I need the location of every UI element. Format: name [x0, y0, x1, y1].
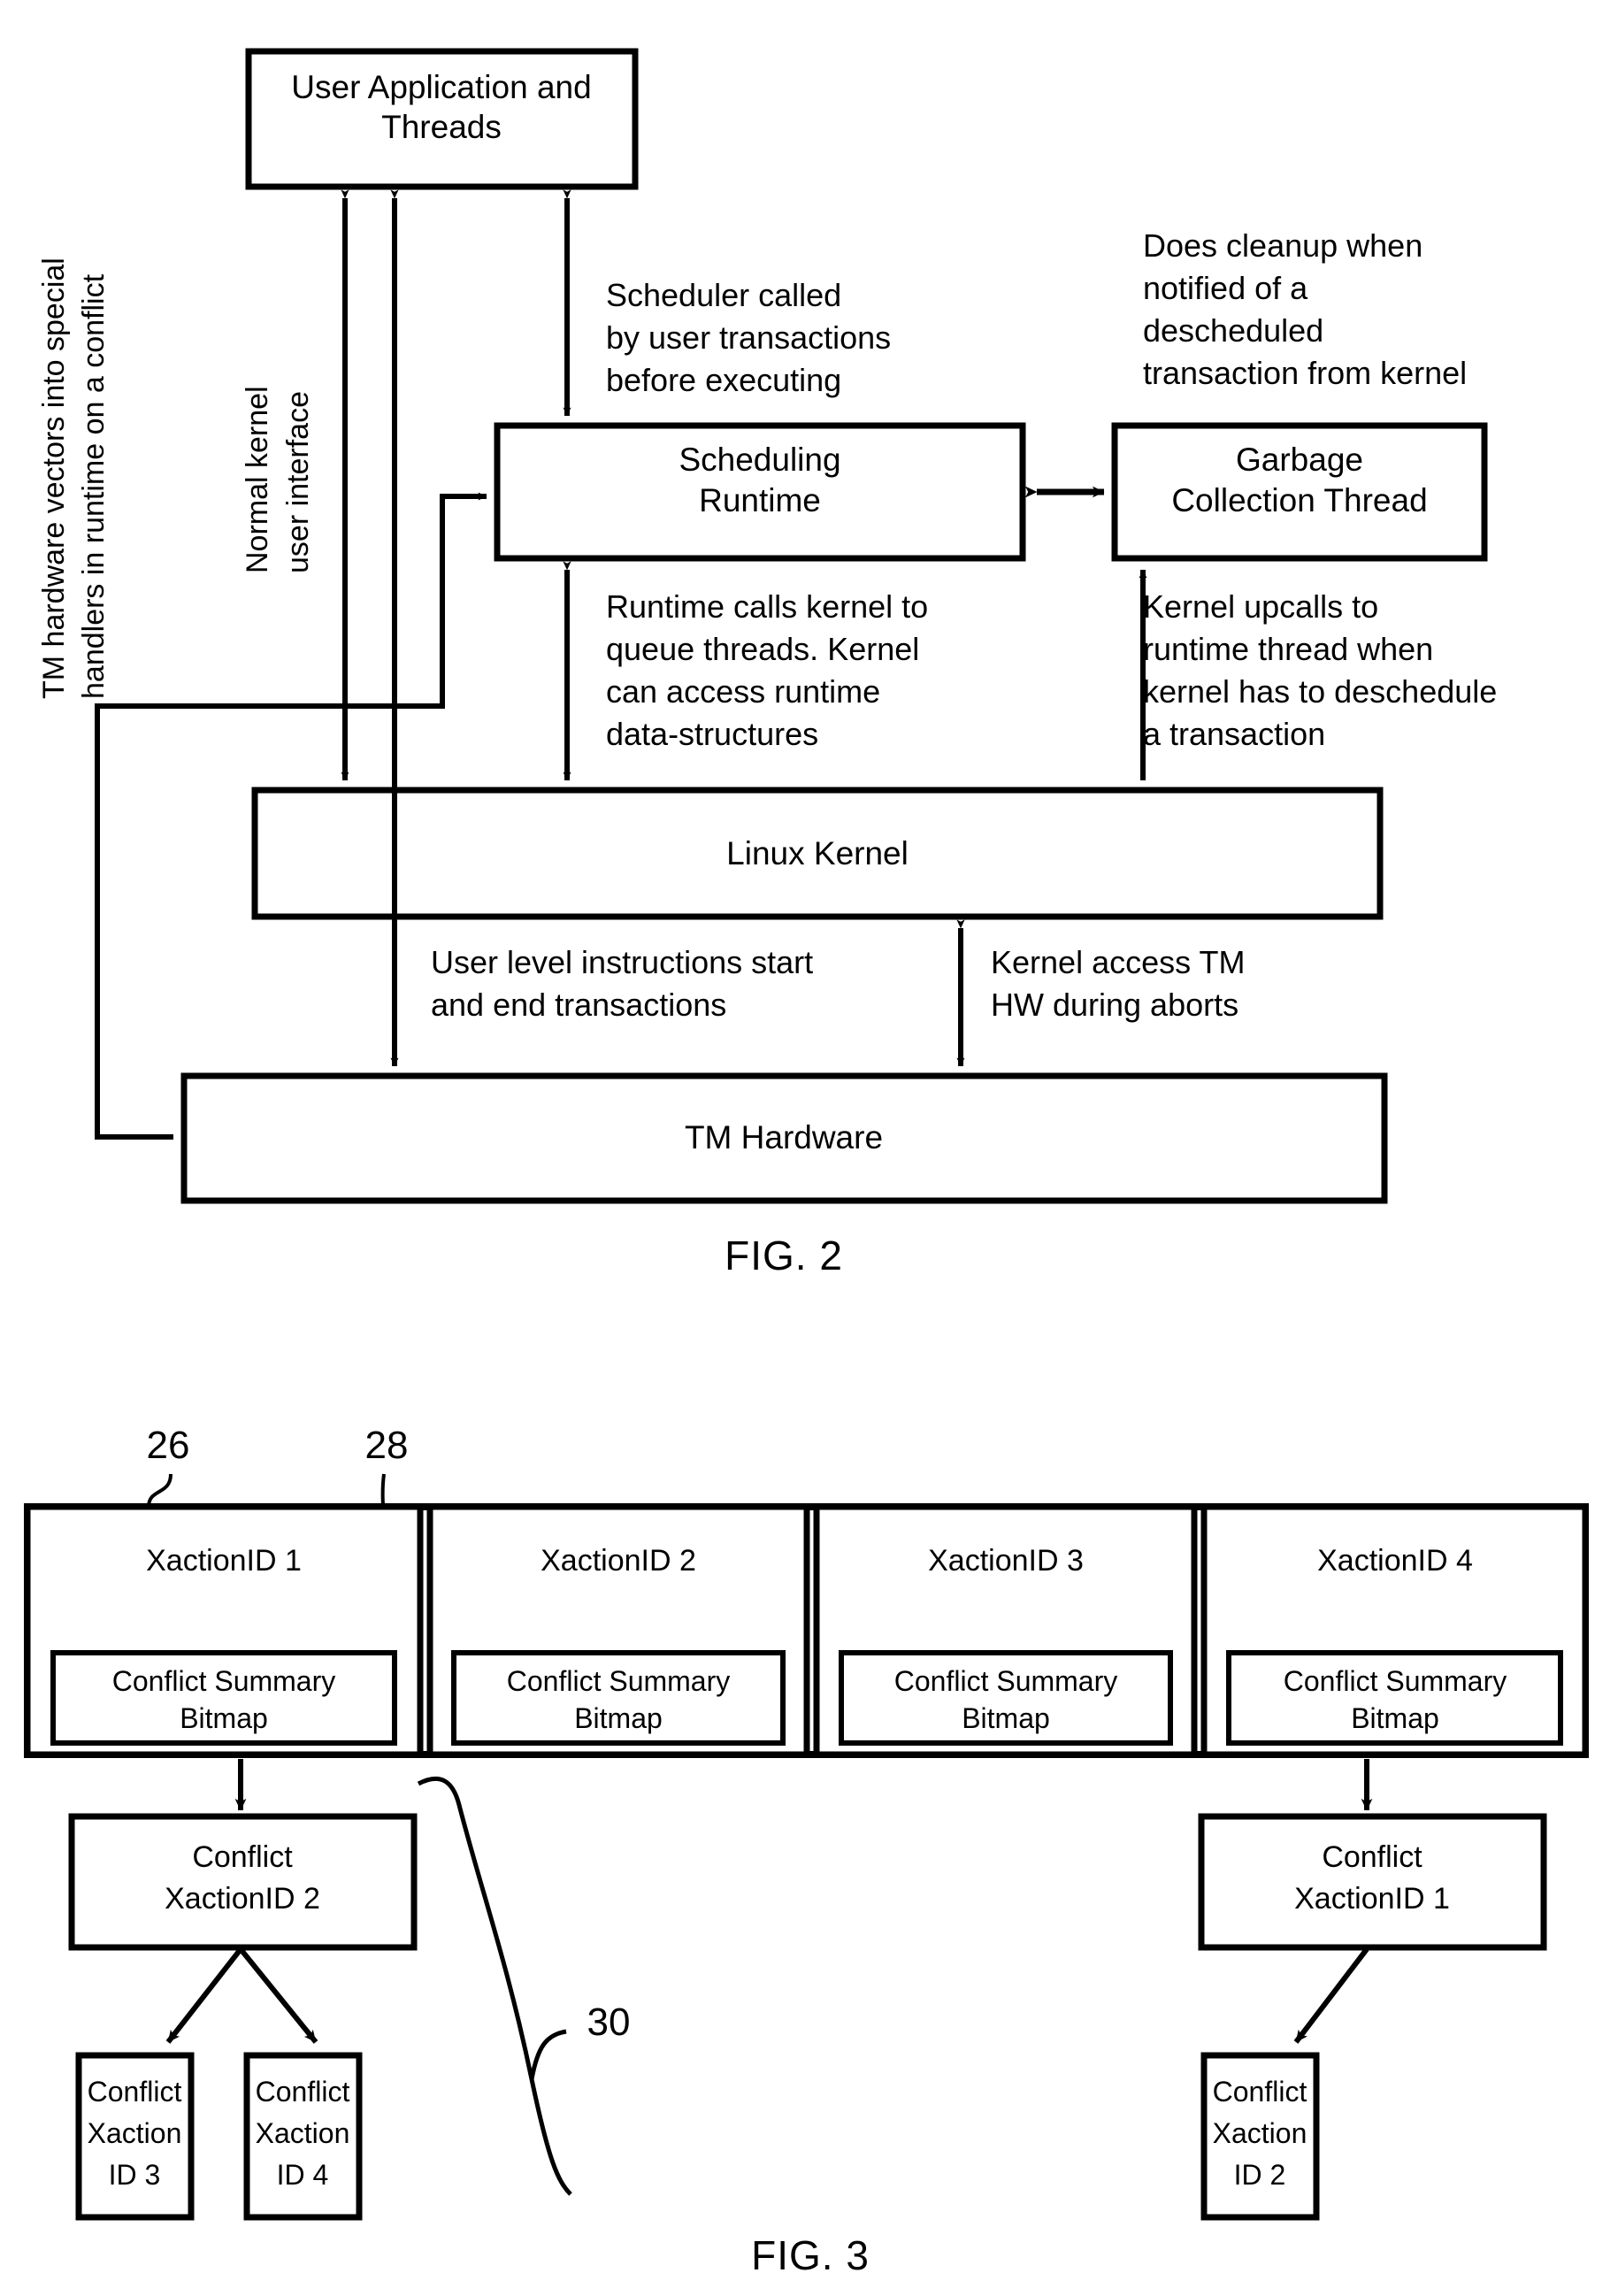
annotation-runtime-calls-line2: queue threads. Kernel [606, 631, 919, 667]
user-application-label-line2: Threads [381, 109, 502, 145]
annotation-does-cleanup: Does cleanup when notified of a deschedu… [1143, 227, 1467, 391]
right-conflict-child-1-box: Conflict Xaction ID 2 [1200, 2052, 1320, 2221]
xaction-cell-2: XactionID 2 Conflict Summary Bitmap [426, 1503, 810, 1758]
left-child2-line1: Conflict [256, 2076, 350, 2108]
annotation-does-cleanup-line2: notified of a [1143, 270, 1308, 306]
annotation-does-cleanup-line1: Does cleanup when [1143, 227, 1422, 264]
annotation-runtime-calls-kernel: Runtime calls kernel to queue threads. K… [606, 588, 928, 752]
xaction-cell-1: XactionID 1 Conflict Summary Bitmap [24, 1503, 424, 1758]
scheduling-runtime-label-line1: Scheduling [679, 442, 840, 478]
annotation-does-cleanup-line3: descheduled [1143, 312, 1323, 349]
bitmap-label-2-line1: Conflict Summary [507, 1665, 731, 1697]
annotation-normal-kernel-user-interface: Normal kernel user interface [241, 386, 315, 573]
left-conflict-child-1-box: Conflict Xaction ID 3 [75, 2052, 195, 2221]
right-child1-line1: Conflict [1213, 2076, 1307, 2108]
bitmap-label-3-line1: Conflict Summary [894, 1665, 1118, 1697]
annotation-kernel-upcalls-line1: Kernel upcalls to [1143, 588, 1378, 625]
left-conflict-root-box: Conflict XactionID 2 [68, 1813, 418, 1951]
tm-hardware-box: TM Hardware [180, 1072, 1388, 1204]
reference-numeral-30: 30 [417, 1776, 631, 2196]
xaction-cell-4: XactionID 4 Conflict Summary Bitmap [1200, 1503, 1589, 1758]
reference-numeral-30-label: 30 [587, 2000, 631, 2044]
annotation-runtime-calls-line4: data-structures [606, 716, 818, 752]
bitmap-label-1-line1: Conflict Summary [112, 1665, 336, 1697]
reference-numeral-28-label: 28 [365, 1424, 409, 1467]
patent-drawing-sheet: User Application and Threads Scheduling … [0, 0, 1618, 2296]
annotation-normal-kernel-line2: user interface [281, 391, 315, 573]
bitmap-label-2-line2: Bitmap [574, 1702, 663, 1734]
annotation-tm-vectors-line2: handlers in runtime on a conflict [77, 273, 111, 699]
annotation-tm-vectors-line1: TM hardware vectors into special [37, 257, 71, 699]
left-child1-line3: ID 3 [109, 2159, 161, 2191]
annotation-scheduler-called-line2: by user transactions [606, 319, 891, 356]
reference-numeral-26: 26 [147, 1424, 190, 1508]
garbage-collection-label-line1: Garbage [1236, 442, 1363, 478]
user-application-box: User Application and Threads [245, 48, 639, 190]
figure3-caption: FIG. 3 [751, 2232, 870, 2278]
annotation-user-level-instructions: User level instructions start and end tr… [431, 944, 813, 1023]
left-conflict-child-2-box: Conflict Xaction ID 4 [243, 2052, 363, 2221]
linux-kernel-box: Linux Kernel [251, 787, 1384, 920]
scheduling-runtime-label-line2: Runtime [699, 482, 821, 518]
annotation-normal-kernel-line1: Normal kernel [241, 386, 274, 573]
annotation-scheduler-called: Scheduler called by user transactions be… [606, 277, 891, 398]
bitmap-label-3-line2: Bitmap [962, 1702, 1050, 1734]
user-application-label-line1: User Application and [291, 69, 591, 105]
garbage-collection-label-line2: Collection Thread [1171, 482, 1427, 518]
tm-hardware-label: TM Hardware [685, 1119, 883, 1156]
annotation-user-level-line2: and end transactions [431, 987, 726, 1023]
left-conflict-root-line2: XactionID 2 [165, 1882, 320, 1916]
xaction-cell-3: XactionID 3 Conflict Summary Bitmap [813, 1503, 1198, 1758]
right-conflict-root-line2: XactionID 1 [1294, 1882, 1450, 1916]
annotation-kernel-upcalls-line2: runtime thread when [1143, 631, 1433, 667]
left-child1-line1: Conflict [88, 2076, 182, 2108]
linux-kernel-label: Linux Kernel [726, 835, 909, 872]
annotation-kernel-upcalls: Kernel upcalls to runtime thread when ke… [1143, 588, 1497, 752]
bitmap-label-1-line2: Bitmap [180, 1702, 268, 1734]
left-child1-line2: Xaction [88, 2117, 182, 2149]
xaction-cell-3-title: XactionID 3 [928, 1544, 1084, 1578]
right-conflict-root-box: Conflict XactionID 1 [1198, 1813, 1547, 1951]
figure2-caption: FIG. 2 [725, 1232, 843, 1279]
right-conflict-root-line1: Conflict [1322, 1840, 1422, 1874]
arrow-left-root-to-child1 [165, 1947, 243, 2044]
xaction-cell-4-title: XactionID 4 [1317, 1544, 1473, 1578]
reference-numeral-26-label: 26 [147, 1424, 190, 1467]
garbage-collection-thread-box: Garbage Collection Thread [1111, 422, 1488, 562]
annotation-scheduler-called-line3: before executing [606, 362, 841, 398]
annotation-does-cleanup-line4: transaction from kernel [1143, 355, 1467, 391]
right-child1-line3: ID 2 [1234, 2159, 1286, 2191]
xaction-cell-2-title: XactionID 2 [541, 1544, 696, 1578]
annotation-scheduler-called-line1: Scheduler called [606, 277, 841, 313]
bitmap-label-4-line1: Conflict Summary [1284, 1665, 1507, 1697]
bitmap-label-4-line2: Bitmap [1351, 1702, 1439, 1734]
right-child1-line2: Xaction [1213, 2117, 1307, 2149]
annotation-kernel-upcalls-line3: kernel has to deschedule [1143, 673, 1497, 710]
annotation-tm-hardware-vectors: TM hardware vectors into special handler… [37, 257, 111, 699]
annotation-kernel-access-line2: HW during aborts [991, 987, 1238, 1023]
scheduling-runtime-box: Scheduling Runtime [494, 422, 1026, 562]
annotation-runtime-calls-line3: can access runtime [606, 673, 880, 710]
annotation-kernel-upcalls-line4: a transaction [1143, 716, 1325, 752]
annotation-kernel-access-tm: Kernel access TM HW during aborts [991, 944, 1245, 1023]
annotation-user-level-line1: User level instructions start [431, 944, 813, 980]
left-child2-line2: Xaction [256, 2117, 350, 2149]
left-conflict-root-line1: Conflict [192, 1840, 293, 1874]
xaction-cell-1-title: XactionID 1 [146, 1544, 302, 1578]
annotation-kernel-access-line1: Kernel access TM [991, 944, 1245, 980]
arrow-left-root-to-child2 [238, 1947, 318, 2044]
annotation-runtime-calls-line1: Runtime calls kernel to [606, 588, 928, 625]
arrow-right-root-to-child1 [1293, 1947, 1369, 2044]
left-child2-line3: ID 4 [277, 2159, 329, 2191]
